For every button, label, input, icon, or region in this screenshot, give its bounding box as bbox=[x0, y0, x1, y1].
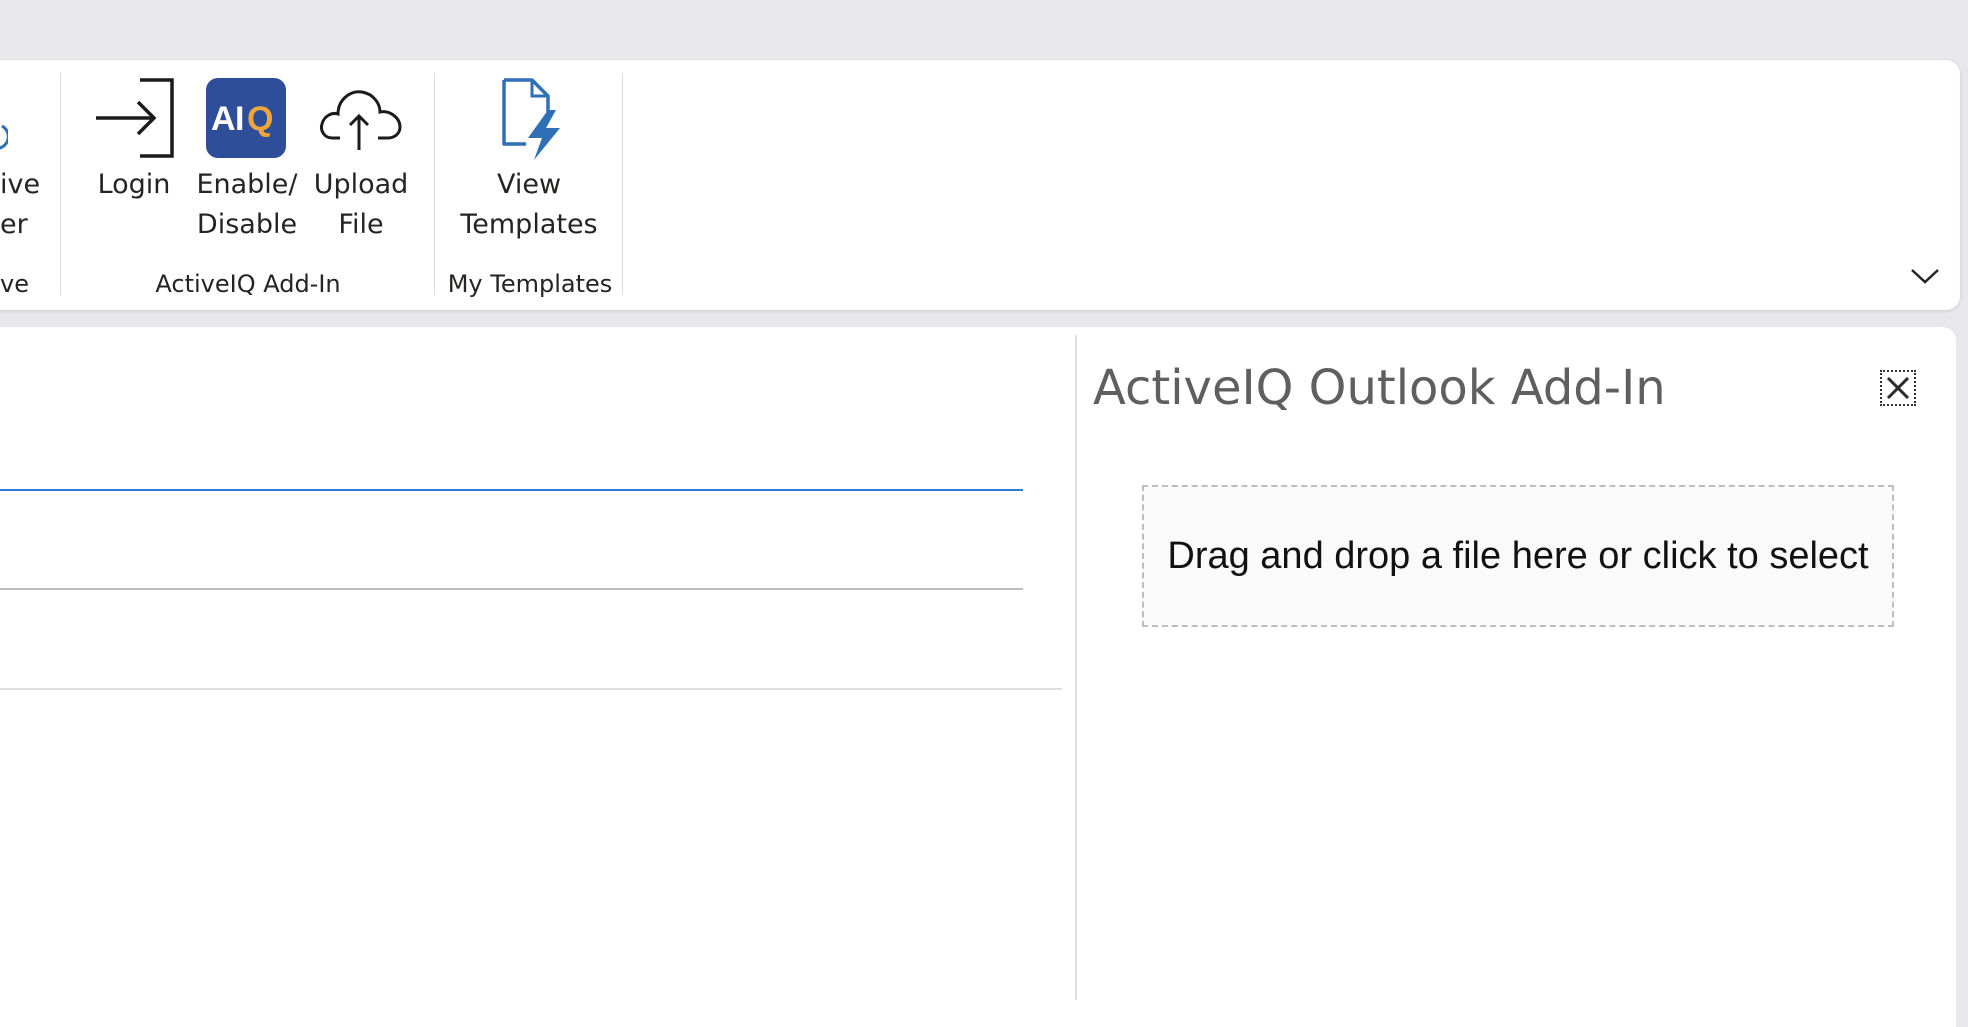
partial-ribbon-icon[interactable] bbox=[0, 82, 10, 156]
partial-group-label: ve bbox=[0, 270, 29, 298]
compose-field-underline[interactable] bbox=[0, 588, 1023, 590]
sign-in-arrow-icon[interactable] bbox=[92, 76, 176, 160]
file-dropzone[interactable]: Drag and drop a file here or click to se… bbox=[1142, 485, 1894, 627]
group-separator bbox=[60, 73, 61, 295]
activeiq-group-label: ActiveIQ Add-In bbox=[155, 270, 341, 298]
task-pane-title: ActiveIQ Outlook Add-In bbox=[1093, 360, 1666, 416]
chevron-down-icon[interactable] bbox=[1908, 262, 1942, 288]
svg-text:A: A bbox=[211, 100, 236, 138]
group-separator bbox=[622, 73, 623, 295]
upload-file-label-2[interactable]: File bbox=[306, 205, 416, 245]
document-flash-icon[interactable] bbox=[498, 76, 566, 160]
enable-disable-label-1[interactable]: Enable/ bbox=[190, 165, 304, 205]
svg-text:I: I bbox=[235, 100, 244, 138]
my-templates-group-label: My Templates bbox=[447, 270, 613, 298]
main-content-area bbox=[0, 327, 1956, 1027]
partial-button-label-2: er bbox=[0, 209, 28, 240]
login-button-label[interactable]: Login bbox=[82, 165, 186, 205]
dropzone-text: Drag and drop a file here or click to se… bbox=[1167, 535, 1869, 577]
close-icon[interactable] bbox=[1880, 370, 1916, 406]
cloud-upload-icon[interactable] bbox=[318, 82, 404, 152]
enable-disable-label-2[interactable]: Disable bbox=[190, 205, 304, 245]
activeiq-logo-icon[interactable]: A I Q bbox=[206, 78, 286, 158]
compose-field-divider bbox=[0, 688, 1062, 690]
task-pane-divider[interactable] bbox=[1075, 335, 1077, 1000]
upload-file-label-1[interactable]: Upload bbox=[306, 165, 416, 205]
view-templates-label-1[interactable]: View bbox=[454, 165, 604, 205]
group-separator bbox=[434, 73, 435, 295]
svg-text:Q: Q bbox=[247, 100, 273, 138]
compose-field-underline-active[interactable] bbox=[0, 489, 1023, 491]
partial-button-label-1: ive bbox=[0, 169, 41, 200]
view-templates-label-2[interactable]: Templates bbox=[454, 205, 604, 245]
